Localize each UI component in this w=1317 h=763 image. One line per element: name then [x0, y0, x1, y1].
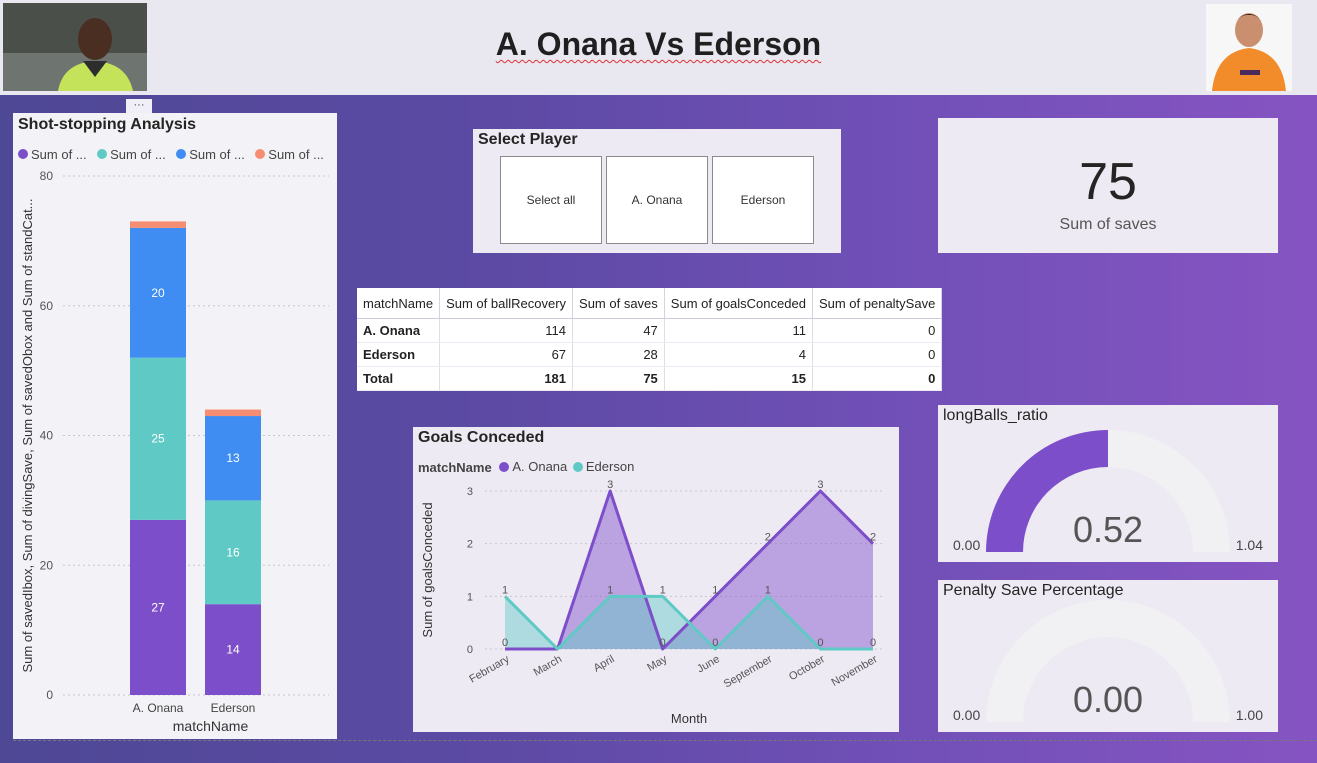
y-tick-label: 60 [40, 299, 54, 313]
column-header[interactable]: Sum of penaltySave [812, 288, 943, 319]
goals-conceded-chart: 0123Sum of goalsConceded013101 10213020Fe… [420, 479, 883, 726]
data-label: 25 [151, 432, 165, 446]
gauge-max-label: 1.00 [1236, 707, 1263, 723]
table-cell: 4 [664, 342, 813, 367]
table-cell: 0 [812, 366, 943, 391]
goals-conceded-card[interactable]: Goals Conceded matchName A. Onana Ederso… [413, 427, 899, 732]
slicer-title: Select Player [478, 131, 578, 148]
x-tick-label: October [787, 653, 827, 683]
shot-stopping-chart: 0 20 40 60 80 Sum of savedIbox, Sum of diving… [20, 169, 329, 734]
table-cell: 114 [439, 318, 574, 343]
data-label: 0 [817, 637, 823, 649]
data-label: 1 [660, 584, 666, 596]
page-bottom-divider [13, 740, 1317, 741]
data-label: 14 [226, 643, 240, 657]
x-tick-label: September [722, 653, 775, 690]
data-label: 1 [607, 584, 613, 596]
y-axis-title: Sum of goalsConceded [420, 502, 435, 637]
y-tick-label: 1 [467, 591, 473, 603]
kpi-label: Sum of saves [1059, 216, 1157, 233]
x-tick-label: February [467, 653, 512, 686]
stats-table: matchName Sum of ballRecovery Sum of sav… [357, 288, 943, 391]
column-header[interactable]: Sum of goalsConceded [664, 288, 813, 319]
data-label: 1 [712, 584, 718, 596]
slicer-option-select-all[interactable]: Select all [500, 156, 602, 244]
data-label: 13 [226, 451, 240, 465]
x-axis-title: matchName [173, 718, 249, 734]
stats-table-container: matchName Sum of ballRecovery Sum of sav… [357, 288, 943, 391]
x-tick-label: June [695, 653, 722, 675]
slicer-option-onana[interactable]: A. Onana [606, 156, 708, 244]
data-label: 20 [151, 286, 165, 300]
x-tick-label: Ederson [211, 701, 256, 715]
x-tick-label: April [592, 653, 617, 674]
data-label: 0 [712, 637, 718, 649]
shot-stopping-card[interactable]: Shot-stopping Analysis Sum of ... Sum of… [13, 113, 337, 739]
table-cell: 75 [572, 366, 665, 391]
gauge-max-label: 1.04 [1236, 537, 1263, 553]
table-cell: 11 [664, 318, 813, 343]
data-label: 0 [660, 637, 666, 649]
bar-segment [205, 409, 261, 417]
table-cell: 0 [812, 342, 943, 367]
gauge-min-label: 0.00 [953, 707, 980, 723]
table-cell: 47 [572, 318, 665, 343]
column-header[interactable]: Sum of ballRecovery [439, 288, 574, 319]
kpi-value: 75 [1079, 153, 1137, 211]
gauge-min-label: 0.00 [953, 537, 980, 553]
column-header[interactable]: matchName [357, 288, 441, 319]
y-tick-label: 80 [40, 169, 54, 183]
table-row[interactable]: Ederson 67 28 4 0 [357, 342, 943, 367]
data-label: 2 [870, 532, 876, 544]
table-cell: Total [357, 366, 441, 391]
penalty-gauge-card[interactable]: Penalty Save Percentage 0.00 0.00 1.00 [938, 580, 1278, 732]
data-label: 16 [226, 545, 240, 559]
player-slicer: Select Player Select all A. Onana Ederso… [473, 129, 841, 253]
y-tick-label: 20 [40, 558, 54, 572]
column-header[interactable]: Sum of saves [572, 288, 665, 319]
x-tick-label: November [830, 653, 880, 689]
longballs-gauge-card[interactable]: longBalls_ratio 0.52 0.00 1.04 [938, 405, 1278, 562]
saves-kpi-card[interactable]: 75 Sum of saves [938, 118, 1278, 253]
data-label: 1 [502, 584, 508, 596]
longballs-gauge: 0.52 0.00 1.04 [953, 430, 1263, 553]
table-cell: A. Onana [357, 318, 441, 343]
page-title: A. Onana Vs Ederson [495, 26, 822, 62]
y-axis-title: Sum of savedIbox, Sum of divingSave, Sum… [20, 198, 35, 672]
x-axis-title: Month [671, 711, 707, 726]
ederson-photo [1206, 4, 1292, 91]
x-tick-label: March [532, 653, 564, 679]
data-label: 1 [765, 584, 771, 596]
y-tick-label: 0 [46, 688, 53, 702]
report-header: A. Onana Vs Ederson [0, 0, 1317, 95]
table-cell: 0 [812, 318, 943, 343]
table-cell: 181 [439, 366, 574, 391]
table-cell: Ederson [357, 342, 441, 367]
gauge-value: 0.00 [1073, 679, 1143, 720]
table-cell: 67 [439, 342, 574, 367]
data-label: 0 [870, 637, 876, 649]
data-label: 2 [765, 532, 771, 544]
y-tick-label: 3 [467, 486, 473, 498]
data-label: 3 [607, 479, 613, 491]
x-tick-label: May [645, 653, 669, 674]
table-header-row: matchName Sum of ballRecovery Sum of sav… [357, 288, 943, 319]
data-label: 27 [151, 600, 165, 614]
y-tick-label: 0 [467, 644, 473, 656]
table-total-row: Total 181 75 15 0 [357, 366, 943, 391]
table-cell: 28 [572, 342, 665, 367]
data-label: 0 [502, 637, 508, 649]
table-row[interactable]: A. Onana 114 47 11 0 [357, 318, 943, 343]
slicer-option-ederson[interactable]: Ederson [712, 156, 814, 244]
y-tick-label: 40 [40, 429, 54, 443]
penalty-gauge: 0.00 0.00 1.00 [953, 600, 1263, 723]
table-cell: 15 [664, 366, 813, 391]
bar-segment [130, 221, 186, 228]
player-portrait-icon [1206, 4, 1292, 91]
gauge-value: 0.52 [1073, 509, 1143, 550]
y-tick-label: 2 [467, 539, 473, 551]
x-tick-label: A. Onana [133, 701, 184, 715]
data-label: 3 [817, 479, 823, 491]
